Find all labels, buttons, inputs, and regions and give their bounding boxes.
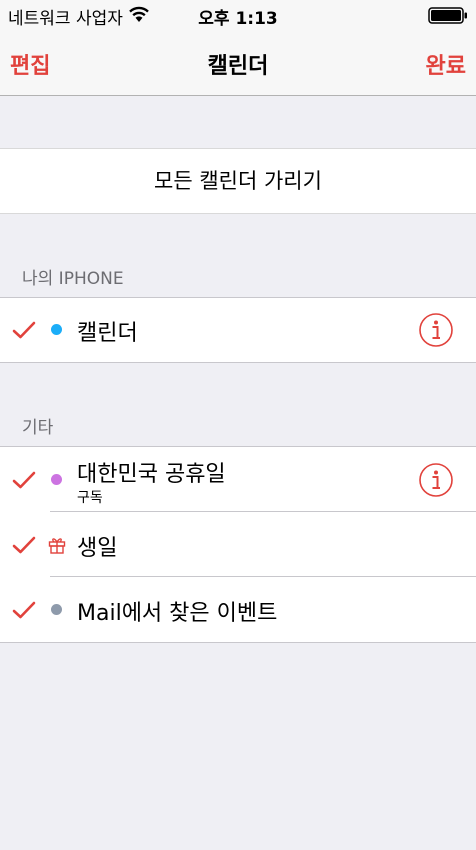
calendar-color-dot — [51, 604, 62, 615]
calendar-color-dot — [51, 474, 62, 485]
info-icon[interactable] — [418, 312, 454, 348]
status-bar: 네트워크 사업자 오후 1:13 — [0, 0, 476, 30]
checkmark-icon — [12, 536, 36, 554]
calendar-row-mail-events[interactable]: Mail에서 찾은 이벤트 — [0, 577, 476, 642]
section-header-my-iphone: 나의 IPHONE — [22, 269, 124, 289]
calendar-color-dot — [51, 324, 62, 335]
page-title: 캘린더 — [207, 54, 269, 79]
info-icon[interactable] — [418, 462, 454, 498]
calendar-row-korean-holidays[interactable]: 대한민국 공휴일 구독 — [0, 447, 476, 512]
calendar-group-other: 대한민국 공휴일 구독 생일 Mail에서 찾은 이벤트 — [0, 446, 476, 643]
status-time: 오후 1:13 — [198, 9, 278, 29]
navigation-bar: 편집 캘린더 완료 — [0, 30, 476, 96]
section-header-other: 기타 — [22, 418, 54, 438]
done-button[interactable]: 완료 — [426, 48, 466, 80]
calendar-sublabel: 구독 — [77, 490, 103, 506]
checkmark-icon — [12, 471, 36, 489]
calendar-label: 캘린더 — [77, 321, 138, 346]
checkmark-icon — [12, 601, 36, 619]
calendar-group-my-iphone: 캘린더 — [0, 297, 476, 363]
battery-icon — [428, 7, 467, 24]
calendar-label: Mail에서 찾은 이벤트 — [77, 601, 278, 626]
gift-icon — [48, 538, 66, 554]
calendar-label: 대한민국 공휴일 — [77, 462, 226, 487]
calendar-row-birthdays[interactable]: 생일 — [0, 512, 476, 577]
checkmark-icon — [12, 321, 36, 339]
hide-all-calendars-button[interactable]: 모든 캘린더 가리기 — [0, 148, 476, 214]
calendar-row-calendar[interactable]: 캘린더 — [0, 298, 476, 362]
calendar-label: 생일 — [77, 536, 118, 561]
